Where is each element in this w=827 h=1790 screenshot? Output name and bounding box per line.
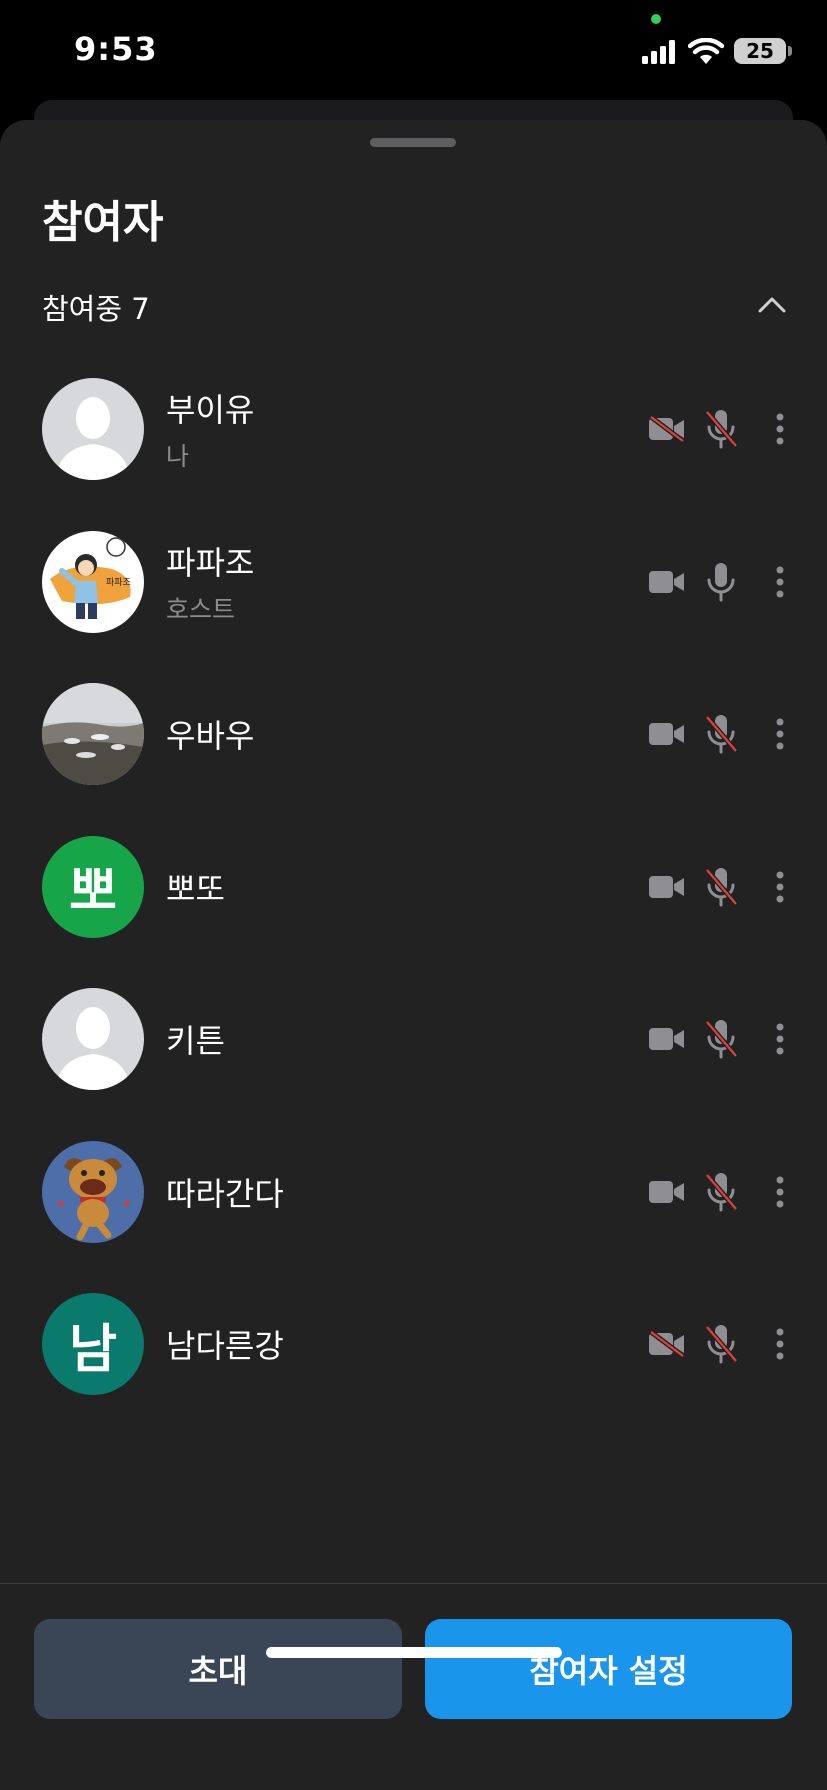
video-camera-icon[interactable]: [646, 713, 688, 755]
mic-muted-icon[interactable]: [700, 713, 742, 755]
video-off-icon[interactable]: [646, 408, 688, 450]
participant-info: 남다른강: [166, 1275, 284, 1413]
mic-muted-icon[interactable]: [700, 1018, 742, 1060]
participant-name: 부이유: [166, 391, 255, 429]
avatar: 남: [42, 1293, 144, 1395]
participant-name: 우바우: [166, 717, 255, 755]
cellular-signal-icon: [642, 40, 675, 64]
more-options-icon[interactable]: [760, 1171, 800, 1213]
participant-row[interactable]: 부이유나: [0, 360, 827, 513]
more-options-icon[interactable]: [760, 561, 800, 603]
mic-muted-icon[interactable]: [700, 866, 742, 908]
participant-info: 파파조호스트: [166, 513, 254, 651]
video-camera-icon[interactable]: [646, 866, 688, 908]
avatar-letter: 뽀: [69, 862, 117, 922]
participant-row[interactable]: 파파조 파파조 호스트: [0, 513, 827, 666]
footer-divider: [0, 1583, 827, 1584]
cartoon-character-icon: 파파조: [42, 530, 144, 633]
participant-info: 부이유나: [166, 360, 254, 498]
mic-muted-icon[interactable]: [700, 1171, 742, 1213]
participant-name: 따라간다: [166, 1174, 284, 1213]
participant-info: 따라간다: [166, 1123, 284, 1261]
participant-row[interactable]: 남 남다른강: [0, 1275, 827, 1428]
participant-info: 키튼: [166, 970, 225, 1108]
participant-name: 파파조: [166, 543, 255, 582]
video-camera-icon[interactable]: [646, 1171, 688, 1213]
wifi-icon: [688, 38, 724, 64]
dog-character-icon: [42, 1140, 144, 1243]
participating-section-header[interactable]: 참여중 7: [42, 282, 792, 326]
participant-role: 나: [166, 442, 190, 471]
default-person-icon: [42, 378, 144, 480]
avatar: 파파조: [42, 530, 144, 633]
camera-indicator-dot: [651, 14, 661, 24]
participant-info: 뽀또: [166, 818, 225, 956]
avatar: [42, 1140, 144, 1243]
invite-button[interactable]: 초대: [34, 1619, 402, 1719]
battery-indicator: 25: [734, 38, 786, 64]
participant-role: 호스트: [166, 594, 236, 624]
more-options-icon[interactable]: [760, 713, 800, 755]
chevron-up-icon: [758, 297, 786, 313]
participant-info: 우바우: [166, 665, 254, 803]
more-options-icon[interactable]: [760, 866, 800, 908]
video-camera-icon[interactable]: [646, 1018, 688, 1060]
svg-text:파파조: 파파조: [106, 577, 131, 588]
avatar: [42, 378, 144, 480]
participant-name: 뽀또: [166, 869, 225, 908]
avatar: [42, 683, 144, 785]
status-bar: 9:53 25: [0, 0, 827, 100]
collapse-button[interactable]: [752, 284, 792, 324]
microphone-icon[interactable]: [700, 561, 742, 603]
home-indicator[interactable]: [266, 1647, 562, 1658]
participating-count-label: 참여중 7: [42, 292, 150, 326]
landscape-photo-icon: [42, 683, 144, 785]
avatar: [42, 988, 144, 1090]
sheet-title: 참여자: [42, 197, 164, 248]
participants-sheet: 참여자 참여중 7 부이유 나 파파조 파파조 호스트 우바우 뽀 뽀또 키튼 따라간다 남 남다른강…: [0, 120, 827, 1790]
participant-settings-button[interactable]: 참여자 설정: [425, 1619, 792, 1719]
video-off-icon[interactable]: [646, 1323, 688, 1365]
battery-cap: [788, 46, 792, 56]
participant-name: 키튼: [166, 1022, 225, 1060]
avatar-letter: 남: [69, 1319, 117, 1380]
status-time: 9:53: [74, 30, 158, 68]
default-person-icon: [42, 988, 144, 1090]
participant-row[interactable]: 뽀 뽀또: [0, 818, 827, 971]
more-options-icon[interactable]: [760, 408, 800, 450]
participant-row[interactable]: 키튼: [0, 970, 827, 1123]
participant-row[interactable]: 따라간다: [0, 1123, 827, 1276]
sheet-grabber[interactable]: [370, 138, 456, 147]
mic-muted-icon[interactable]: [700, 408, 742, 450]
video-camera-icon[interactable]: [646, 561, 688, 603]
avatar: 뽀: [42, 835, 144, 938]
participant-name: 남다른강: [166, 1327, 284, 1365]
participant-row[interactable]: 우바우: [0, 665, 827, 818]
mic-muted-icon[interactable]: [700, 1323, 742, 1365]
participant-list: 부이유 나 파파조 파파조 호스트 우바우 뽀 뽀또 키튼 따라간다 남 남다른강: [0, 360, 827, 1428]
more-options-icon[interactable]: [760, 1323, 800, 1365]
more-options-icon[interactable]: [760, 1018, 800, 1060]
